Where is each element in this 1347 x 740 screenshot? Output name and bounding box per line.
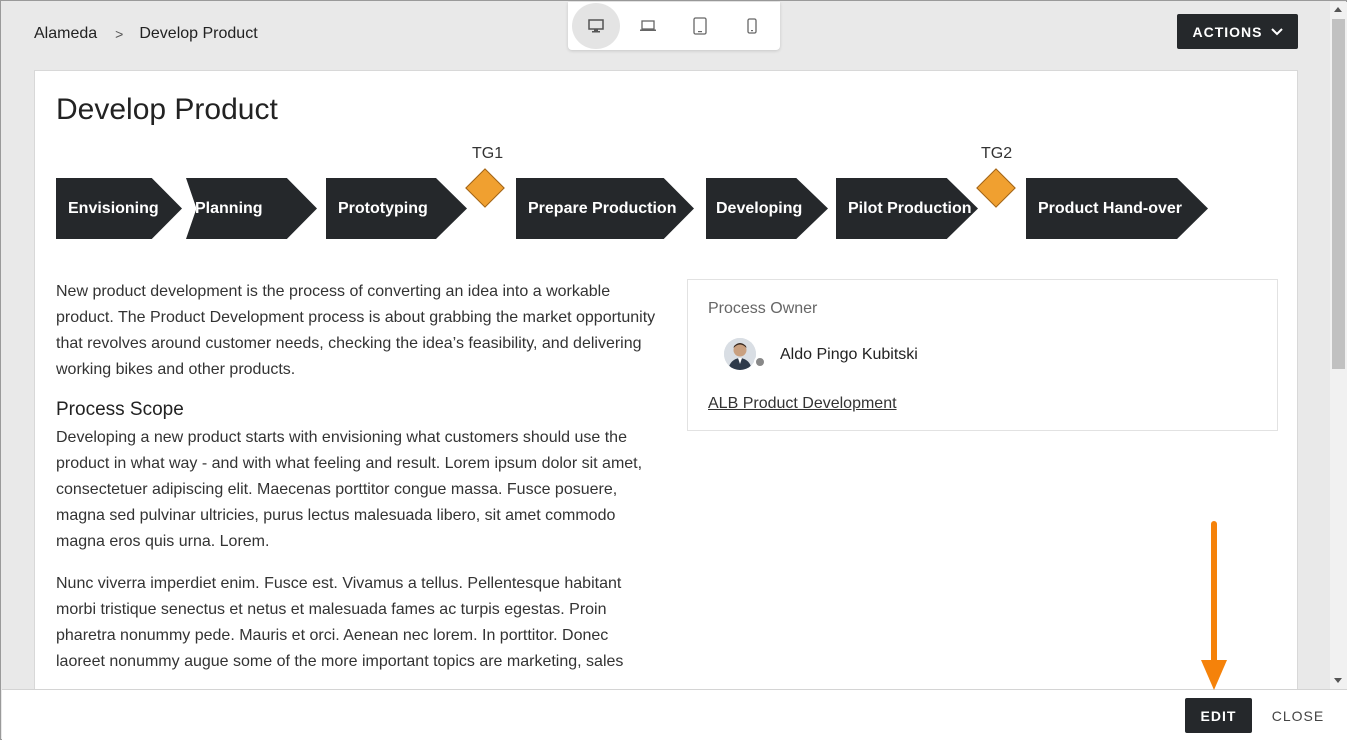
vertical-scrollbar[interactable] (1330, 2, 1347, 689)
tablet-view-button[interactable] (676, 3, 724, 49)
app-window: Alameda > Develop Product ACTIONS Develo… (0, 0, 1347, 740)
laptop-icon (640, 20, 656, 31)
breadcrumb-separator: > (115, 26, 124, 42)
laptop-view-button[interactable] (624, 3, 672, 49)
status-badge (754, 356, 766, 368)
breadcrumb-root[interactable]: Alameda (34, 25, 97, 43)
gate-label-tg1: TG1 (472, 145, 504, 162)
extra-paragraph: Nunc viverra imperdiet enim. Fusce est. … (56, 575, 624, 670)
owner-label: Process Owner (708, 300, 818, 317)
process-step-pilot-production[interactable]: Pilot Production (836, 178, 978, 239)
step-label: Envisioning (68, 199, 159, 217)
process-description: New product development is the process o… (56, 279, 656, 691)
person-avatar-icon (724, 338, 756, 370)
actions-label: ACTIONS (1192, 23, 1263, 40)
phone-view-button[interactable] (728, 3, 776, 49)
actions-button[interactable]: ACTIONS (1177, 14, 1298, 49)
phone-icon (747, 18, 757, 34)
close-button[interactable]: CLOSE (1264, 698, 1332, 733)
desktop-icon (588, 19, 604, 33)
footer-bar: EDIT CLOSE (2, 689, 1347, 740)
process-card: Develop Product Envisioning Planning Pro… (34, 70, 1298, 710)
step-label: Prepare Production (528, 199, 677, 217)
edit-button[interactable]: EDIT (1185, 698, 1252, 733)
process-step-envisioning[interactable]: Envisioning (56, 178, 182, 239)
process-step-planning[interactable]: Planning (186, 178, 317, 239)
gate-diamond-tg2[interactable] (976, 168, 1016, 208)
chevron-down-icon (1270, 27, 1283, 35)
owner-name[interactable]: Aldo Pingo Kubitski (780, 346, 918, 364)
scroll-down-icon[interactable] (1334, 678, 1342, 683)
gate-diamond-tg1[interactable] (465, 168, 505, 208)
process-step-prototyping[interactable]: Prototyping (326, 178, 467, 239)
step-label: Product Hand-over (1038, 199, 1183, 217)
desktop-view-button[interactable] (572, 3, 620, 49)
step-label: Planning (195, 199, 263, 217)
device-switcher (568, 2, 780, 50)
scroll-up-icon[interactable] (1334, 7, 1342, 12)
step-label: Prototyping (338, 199, 428, 217)
gate-label-tg2: TG2 (981, 145, 1013, 162)
breadcrumb: Alameda > Develop Product (34, 25, 258, 43)
tablet-icon (693, 17, 707, 35)
process-owner-panel: Process Owner Aldo Pingo Kubitski ALB Pr… (687, 279, 1278, 431)
scroll-thumb[interactable] (1332, 19, 1345, 369)
annotation-arrow-icon (1201, 521, 1227, 690)
owner-org-link[interactable]: ALB Product Development (708, 395, 897, 413)
step-label: Developing (716, 199, 803, 217)
step-label: Pilot Production (848, 199, 972, 217)
scope-paragraph: Developing a new product starts with env… (56, 429, 643, 550)
page-title: Develop Product (56, 93, 278, 126)
breadcrumb-current: Develop Product (139, 25, 258, 42)
intro-paragraph: New product development is the process o… (56, 283, 656, 378)
process-step-developing[interactable]: Developing (706, 178, 828, 239)
process-step-product-hand-over[interactable]: Product Hand-over (1026, 178, 1208, 239)
avatar[interactable] (724, 338, 756, 370)
scope-heading: Process Scope (56, 399, 184, 420)
process-step-prepare-production[interactable]: Prepare Production (516, 178, 694, 239)
